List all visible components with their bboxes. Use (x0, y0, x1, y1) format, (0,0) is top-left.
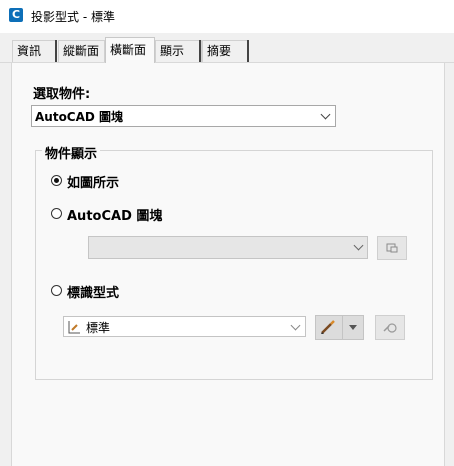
chevron-down-icon (353, 240, 364, 251)
preview-icon (383, 323, 397, 333)
marker-style-icon (68, 321, 80, 334)
tab-display[interactable]: 顯示 (155, 40, 202, 62)
window-title: 投影型式 - 標準 (31, 10, 115, 24)
tab-separator (247, 40, 249, 62)
chevron-down-icon (320, 109, 331, 120)
tab-separator (199, 40, 201, 62)
radio-as-shown[interactable] (51, 175, 62, 186)
edit-style-dropdown-button[interactable] (342, 315, 364, 340)
chevron-down-icon (349, 325, 357, 330)
select-object-combo[interactable]: AutoCAD 圖塊 (31, 105, 336, 127)
edit-style-button[interactable] (315, 315, 343, 340)
chevron-down-icon (290, 320, 301, 331)
block-name-combo[interactable] (88, 236, 368, 259)
tab-profile[interactable]: 縱斷面 (58, 40, 105, 62)
edit-style-icon (321, 320, 335, 334)
object-display-title: 物件顯示 (42, 143, 101, 162)
radio-marker-style[interactable] (51, 285, 62, 296)
select-object-label: 選取物件: (33, 87, 91, 102)
marker-style-value: 標準 (86, 321, 111, 335)
radio-autocad-block[interactable] (51, 208, 62, 219)
title-bar: C 投影型式 - 標準 (0, 0, 454, 33)
tab-information[interactable]: 資訊 (12, 40, 57, 62)
tab-section[interactable]: 橫斷面 (105, 37, 155, 63)
civil3d-icon: C (9, 8, 23, 22)
select-object-value: AutoCAD 圖塊 (35, 110, 124, 124)
tab-separator (55, 40, 57, 62)
pick-block-button[interactable] (377, 236, 407, 260)
radio-marker-style-label[interactable]: 標識型式 (67, 282, 119, 301)
tab-summary[interactable]: 摘要 (202, 40, 249, 62)
preview-button[interactable] (375, 315, 405, 340)
pick-block-icon (386, 243, 398, 253)
marker-style-combo[interactable]: 標準 (63, 316, 306, 337)
radio-autocad-block-label[interactable]: AutoCAD 圖塊 (67, 205, 162, 224)
radio-as-shown-label[interactable]: 如圖所示 (67, 172, 119, 191)
